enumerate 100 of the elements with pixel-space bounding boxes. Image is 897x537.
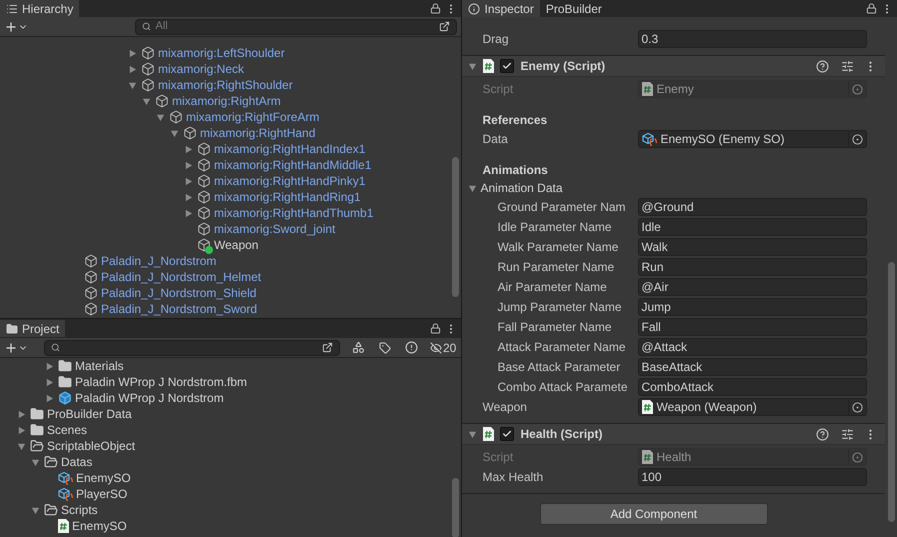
hierarchy-item[interactable]: Paladin_J_Nordstrom_Shield <box>101 284 256 302</box>
help-icon[interactable] <box>816 428 829 440</box>
object-field[interactable]: EnemySO (Enemy SO) <box>638 130 867 148</box>
scrollbar-thumb[interactable] <box>888 262 895 522</box>
object-picker-icon[interactable] <box>852 134 863 144</box>
project-item[interactable]: ProBuilder Data <box>47 405 132 423</box>
hierarchy-item[interactable]: Paladin_J_Nordstrom_Helmet <box>101 268 262 286</box>
presets-icon[interactable] <box>841 428 854 440</box>
project-item[interactable]: Materials <box>75 358 124 375</box>
collapsed-arrow-icon[interactable] <box>184 192 193 202</box>
project-item[interactable]: Paladin WProp J Nordstrom <box>75 389 224 407</box>
object-picker-icon[interactable] <box>852 402 863 412</box>
collapsed-arrow-icon[interactable] <box>184 144 193 154</box>
expanded-arrow-icon[interactable] <box>17 442 26 450</box>
text-field[interactable]: 0.3 <box>638 30 867 48</box>
project-item[interactable]: Scenes <box>47 421 88 439</box>
lock-icon[interactable] <box>430 323 442 334</box>
project-item[interactable]: Scripts <box>61 501 98 519</box>
hierarchy-item[interactable]: mixamorig:RightHandRing1 <box>214 188 361 206</box>
plus-icon <box>4 340 18 354</box>
collapsed-arrow-icon[interactable] <box>17 426 26 434</box>
collapsed-arrow-icon[interactable] <box>17 410 26 418</box>
project-item[interactable]: EnemySO <box>72 517 127 535</box>
enable-checkbox[interactable] <box>500 59 514 73</box>
hierarchy-item[interactable]: mixamorig:Neck <box>158 60 244 78</box>
hierarchy-item[interactable]: Weapon <box>214 236 258 254</box>
object-field[interactable]: Weapon (Weapon) <box>638 398 867 416</box>
create-button[interactable] <box>4 340 28 354</box>
hidden-count-button[interactable]: 20 <box>430 338 456 356</box>
text-field[interactable]: @Ground <box>638 198 867 216</box>
object-picker-icon[interactable] <box>852 84 863 94</box>
text-field[interactable]: @Air <box>638 278 867 296</box>
collapsed-arrow-icon[interactable] <box>45 362 54 370</box>
hierarchy-item[interactable]: Paladin_J_Nordstrom <box>101 252 216 270</box>
text-field[interactable]: Jump <box>638 298 867 316</box>
hierarchy-item[interactable]: mixamorig:RightHand <box>200 124 316 142</box>
hierarchy-item[interactable]: mixamorig:RightHandThumb1 <box>214 204 374 222</box>
project-item[interactable]: PlayerSO <box>76 485 128 503</box>
collapsed-arrow-icon[interactable] <box>128 64 137 74</box>
collapsed-arrow-icon[interactable] <box>184 208 193 218</box>
component-header[interactable]: Health (Script) <box>462 424 885 445</box>
text-field[interactable]: ComboAttack <box>638 378 867 396</box>
hierarchy-item[interactable]: mixamorig:RightHandMiddle1 <box>214 156 372 174</box>
hierarchy-item[interactable]: mixamorig:RightForeArm <box>186 108 320 126</box>
text-field[interactable]: BaseAttack <box>638 358 867 376</box>
lock-icon[interactable] <box>430 3 442 14</box>
text-field[interactable]: 100 <box>638 468 867 486</box>
component-header[interactable]: Enemy (Script) <box>462 56 885 77</box>
hierarchy-item[interactable]: mixamorig:Sword_joint <box>214 220 336 238</box>
object-field-value: Enemy <box>656 81 695 98</box>
search-field[interactable] <box>44 340 340 356</box>
search-field[interactable]: All <box>135 18 458 34</box>
hierarchy-item[interactable]: mixamorig:RightShoulder <box>158 76 293 94</box>
scene-search-icon[interactable] <box>322 342 333 353</box>
lock-icon[interactable] <box>866 3 877 14</box>
expanded-arrow-icon[interactable] <box>170 128 179 138</box>
create-button[interactable] <box>4 20 28 34</box>
collapsed-arrow-icon[interactable] <box>45 394 54 402</box>
warning-icon[interactable] <box>405 341 418 354</box>
expanded-arrow-icon[interactable] <box>468 184 478 192</box>
text-field[interactable]: Walk <box>638 238 867 256</box>
hierarchy-item[interactable]: mixamorig:RightArm <box>172 92 281 110</box>
expanded-arrow-icon[interactable] <box>31 506 40 514</box>
hierarchy-item[interactable]: Paladin_J_Nordstrom_Sword <box>101 300 258 318</box>
text-field[interactable]: Run <box>638 258 867 276</box>
scene-search-icon[interactable] <box>439 21 450 32</box>
add-component-button[interactable]: Add Component <box>540 503 768 525</box>
property-label: Script <box>482 81 514 98</box>
enable-checkbox[interactable] <box>500 427 514 441</box>
project-item[interactable]: ScriptableObject <box>47 437 136 455</box>
panel-tab[interactable]: Hierarchy <box>0 0 80 17</box>
expanded-arrow-icon[interactable] <box>156 112 165 122</box>
project-item[interactable]: Paladin WProp J Nordstrom.fbm <box>75 373 248 391</box>
text-field[interactable]: Fall <box>638 318 867 336</box>
expanded-arrow-icon[interactable] <box>142 96 151 106</box>
collapsed-arrow-icon[interactable] <box>45 378 54 386</box>
expanded-arrow-icon[interactable] <box>128 80 137 90</box>
collapsed-arrow-icon[interactable] <box>128 48 137 58</box>
object-picker-icon[interactable] <box>852 452 863 462</box>
hierarchy-item[interactable]: mixamorig:LeftShoulder <box>158 44 285 62</box>
presets-icon[interactable] <box>841 60 854 72</box>
text-field[interactable]: @Attack <box>638 338 867 356</box>
expanded-arrow-icon[interactable] <box>31 458 40 466</box>
scrollbar-thumb[interactable] <box>452 478 460 537</box>
collapsed-arrow-icon[interactable] <box>184 160 193 170</box>
project-item[interactable]: EnemySO <box>76 469 131 487</box>
project-item[interactable]: Datas <box>61 453 92 471</box>
collapsed-arrow-icon[interactable] <box>184 176 193 186</box>
text-field[interactable]: Idle <box>638 218 867 236</box>
expanded-arrow-icon[interactable] <box>468 430 478 438</box>
foldout-label[interactable]: Animation Data <box>480 179 563 197</box>
panel-tab[interactable]: Inspector <box>462 0 540 17</box>
tag-icon[interactable] <box>379 342 391 354</box>
hierarchy-item[interactable]: mixamorig:RightHandIndex1 <box>214 140 366 158</box>
scrollbar-thumb[interactable] <box>452 157 460 297</box>
hierarchy-item[interactable]: mixamorig:RightHandPinky1 <box>214 172 366 190</box>
expanded-arrow-icon[interactable] <box>468 62 478 70</box>
shapes-icon[interactable] <box>352 341 365 354</box>
panel-tab[interactable]: Project <box>0 320 66 337</box>
help-icon[interactable] <box>816 60 829 72</box>
